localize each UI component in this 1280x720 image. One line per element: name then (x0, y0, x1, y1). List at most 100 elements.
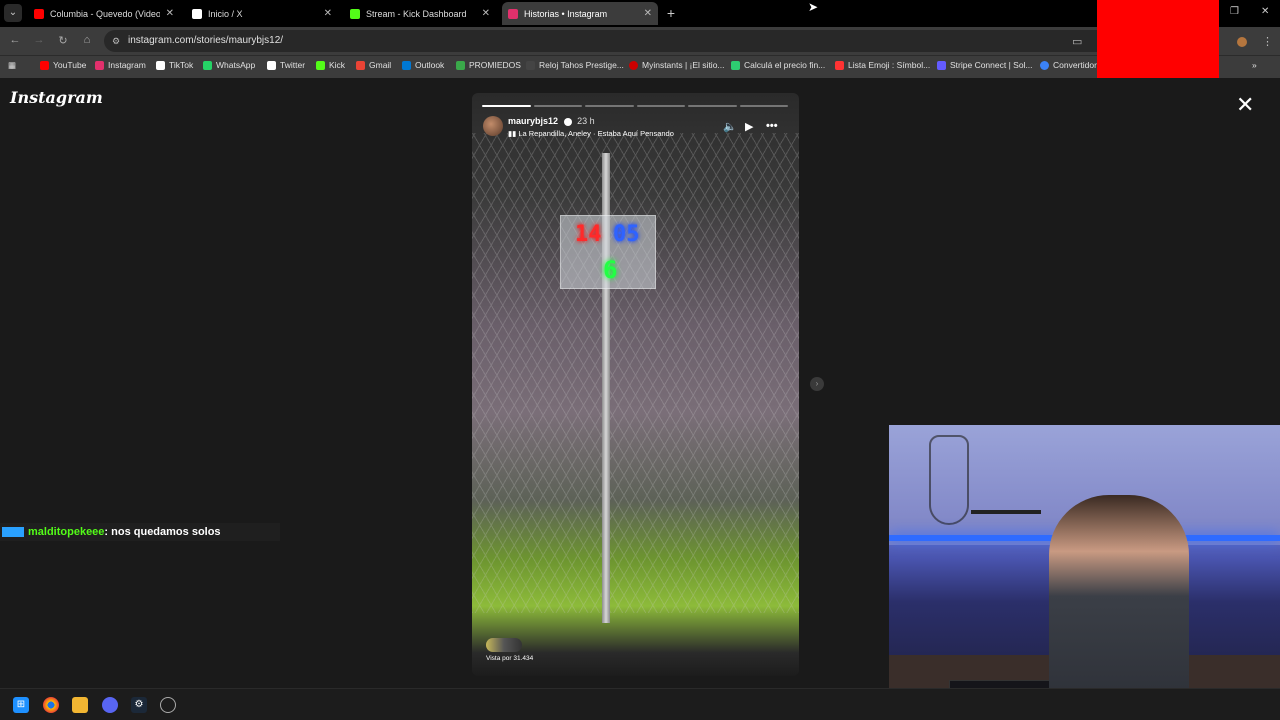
cast-icon[interactable]: ▭ (1072, 35, 1082, 48)
story-progress-bars (482, 105, 788, 107)
bookmark-label: YouTube (53, 60, 87, 70)
bookmark-label: Instagram (108, 60, 146, 70)
tab-kick[interactable]: Stream - Kick Dashboard ✕ (344, 2, 496, 25)
bookmark-emoji[interactable]: Lista Emoji : Símbol... (835, 60, 930, 70)
story-avatar[interactable] (483, 116, 503, 136)
bookmark-label: PROMIEDOS (469, 60, 521, 70)
menu-kebab-icon[interactable]: ⋮ (1262, 35, 1273, 48)
view-count: Vista por 31.434 (486, 655, 534, 662)
windows-start-icon[interactable]: ⊞ (13, 697, 29, 713)
viewer-avatars[interactable] (486, 638, 522, 652)
myinstants-icon (629, 60, 638, 70)
story-viewer[interactable]: 14 05 6 maurybjs12 23 h ▮▮ La Repandilla… (472, 93, 799, 676)
bookmark-twitter[interactable]: Twitter (267, 60, 305, 70)
instagram-favicon-icon (508, 8, 518, 19)
site-info-icon[interactable]: ⚙ (112, 30, 120, 52)
kick-icon (316, 60, 325, 70)
tab-search-button[interactable]: ⌄ (4, 4, 22, 22)
progress-segment (688, 105, 737, 107)
mute-icon[interactable]: 🔈 (723, 120, 737, 133)
bookmark-calcula[interactable]: Calculá el precio fin... (731, 60, 825, 70)
bookmark-label: Gmail (369, 60, 392, 70)
app-icon[interactable] (160, 697, 176, 713)
bookmark-reloj[interactable]: Reloj Tahos Prestige... (526, 60, 624, 70)
bookmark-myinstants[interactable]: Myinstants | ¡El sitio... (629, 60, 725, 70)
sign-number-left: 14 (575, 222, 602, 247)
progress-segment (636, 105, 685, 107)
close-tab-icon[interactable]: ✕ (166, 8, 174, 19)
tiktok-icon (156, 60, 165, 70)
chat-username: malditopekeee (28, 526, 105, 538)
close-story-icon[interactable]: ✕ (1236, 94, 1254, 116)
home-icon[interactable]: ⌂ (80, 34, 94, 46)
stripe-icon (937, 60, 946, 70)
sign-number-right: 05 (613, 222, 640, 247)
chat-text: : nos quedamos solos (104, 526, 221, 538)
bookmark-convertidor[interactable]: Convertidor (1040, 60, 1097, 70)
whatsapp-icon (203, 60, 212, 70)
progress-segment (482, 105, 531, 107)
cam-shelf (971, 510, 1041, 514)
bookmark-kick[interactable]: Kick (316, 60, 345, 70)
promiedos-icon (456, 60, 465, 70)
bookmark-outlook[interactable]: Outlook (402, 60, 444, 70)
more-options-icon[interactable]: ••• (766, 120, 778, 132)
steam-icon[interactable]: ⚙ (131, 697, 147, 713)
progress-segment (533, 105, 582, 107)
bookmark-youtube[interactable]: YouTube (40, 60, 86, 70)
sign-number-bottom: 6 (603, 256, 618, 284)
story-username[interactable]: maurybjs12 (508, 116, 558, 126)
reload-icon[interactable]: ↻ (56, 34, 70, 47)
discord-icon[interactable] (102, 697, 118, 713)
tab-label: Stream - Kick Dashboard (366, 8, 467, 19)
bookmark-label: Twitter (280, 60, 306, 70)
chat-badge-icon (2, 527, 24, 538)
convertidor-icon (1040, 60, 1049, 70)
stream-chat-message: malditopekeee: nos quedamos solos (0, 523, 280, 541)
bookmark-whatsapp[interactable]: WhatsApp (203, 60, 255, 70)
play-icon[interactable]: ▶ (745, 120, 753, 133)
bookmark-stripe[interactable]: Stripe Connect | Sol... (937, 60, 1033, 70)
bookmark-promiedos[interactable]: PROMIEDOS (456, 60, 521, 70)
url-text: instagram.com/stories/maurybjs12/ (128, 35, 284, 46)
emoji-list-icon (835, 60, 844, 70)
bookmark-label: WhatsApp (216, 60, 256, 70)
bookmark-instagram[interactable]: Instagram (95, 60, 146, 70)
url-input[interactable]: ⚙ instagram.com/stories/maurybjs12/ (104, 30, 1154, 52)
new-tab-button[interactable]: + (663, 5, 679, 21)
close-tab-icon[interactable]: ✕ (324, 8, 332, 19)
streamer (1049, 495, 1189, 720)
profile-avatar-icon[interactable] (1237, 37, 1247, 47)
close-tab-icon[interactable]: ✕ (482, 8, 490, 19)
x-icon (267, 60, 276, 70)
next-story-icon[interactable]: › (810, 377, 824, 391)
apps-grid-icon[interactable]: ▦ (8, 60, 16, 71)
tab-x[interactable]: Inicio / X ✕ (186, 2, 338, 25)
file-explorer-icon[interactable] (72, 697, 88, 713)
bookmark-label: Calculá el precio fin... (744, 60, 826, 70)
song-label: La Repandilla, Aneley · Estaba Aquí Pens… (518, 129, 674, 138)
mouse-cursor-icon: ➤ (808, 0, 819, 14)
bookmark-tiktok[interactable]: TikTok (156, 60, 193, 70)
more-bookmarks-icon[interactable]: » (1252, 60, 1257, 70)
gmail-icon (356, 60, 365, 70)
bookmark-label: Outlook (415, 60, 445, 70)
story-time: 23 h (577, 116, 595, 126)
close-tab-icon[interactable]: ✕ (644, 8, 652, 19)
tab-youtube[interactable]: Columbia - Quevedo (Video Of ✕ (28, 2, 180, 25)
story-music[interactable]: ▮▮ La Repandilla, Aneley · Estaba Aquí P… (508, 129, 674, 138)
close-window-icon[interactable]: ✕ (1261, 6, 1269, 17)
bookmark-label: Stripe Connect | Sol... (950, 60, 1033, 70)
tab-instagram[interactable]: Historias • Instagram ✕ (502, 2, 658, 25)
bookmark-label: Lista Emoji : Símbol... (848, 60, 931, 70)
bookmark-label: Convertidor (1053, 60, 1097, 70)
webcam-overlay (889, 425, 1280, 720)
bookmark-label: Kick (329, 60, 346, 70)
instagram-logo[interactable]: Instagram (10, 88, 103, 107)
fence-background (472, 133, 799, 613)
restore-window-icon[interactable]: ❐ (1230, 6, 1239, 17)
bookmark-gmail[interactable]: Gmail (356, 60, 391, 70)
forward-icon[interactable]: → (32, 34, 46, 46)
chrome-icon[interactable] (43, 697, 59, 713)
back-icon[interactable]: ← (8, 34, 22, 46)
